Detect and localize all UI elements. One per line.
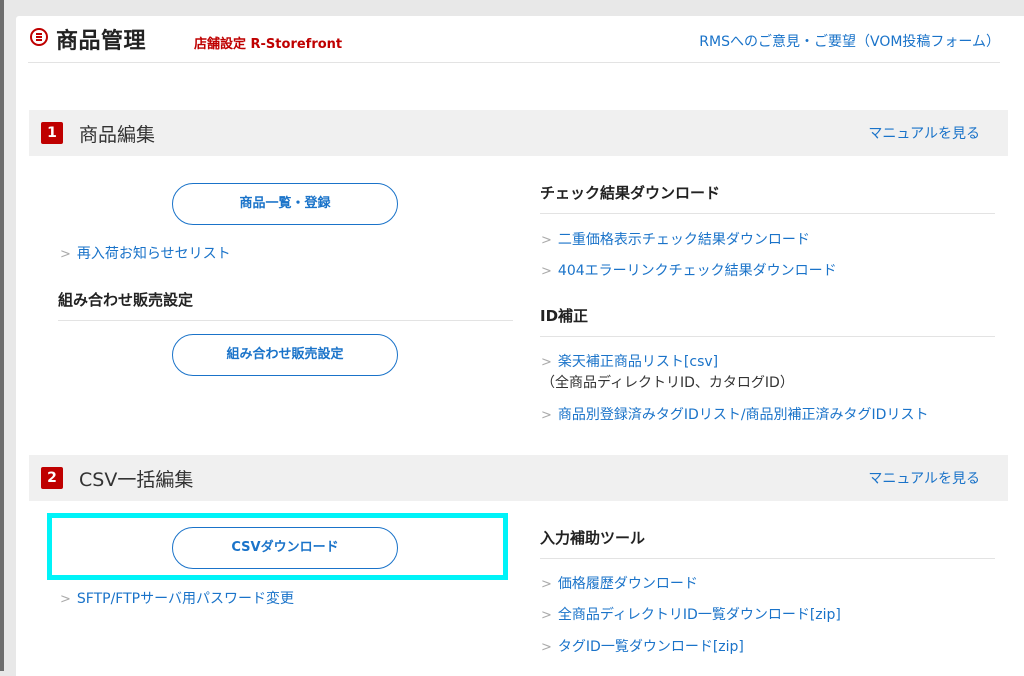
section-number-badge: 2 [41, 467, 63, 489]
chevron-right-icon: > [541, 233, 552, 248]
price-history-download-link[interactable]: > 価格履歴ダウンロード [541, 573, 698, 593]
section-header-csv-edit: 2 CSV一括編集 マニュアルを見る [29, 455, 1008, 501]
chevron-right-icon: > [541, 408, 552, 423]
combo-sale-button[interactable]: 組み合わせ販売設定 [172, 334, 398, 376]
feedback-link[interactable]: RMSへのご意見・ご要望（VOM投稿フォーム） [699, 31, 1000, 51]
section-title: CSV一括編集 [79, 469, 194, 491]
rakuten-corrected-list-link[interactable]: > 楽天補正商品リスト[csv] [541, 351, 718, 371]
window-left-edge [0, 0, 4, 671]
page-header: 商品管理 店舗設定 R-Storefront RMSへのご意見・ご要望（VOM投… [28, 20, 1000, 63]
directory-id-download-link[interactable]: > 全商品ディレクトリID一覧ダウンロード[zip] [541, 604, 841, 624]
tag-id-download-link[interactable]: > タグID一覧ダウンロード[zip] [541, 636, 744, 656]
store-name: 店舗設定 R-Storefront [194, 37, 343, 52]
chevron-right-icon: > [541, 577, 552, 592]
tag-id-download-label: タグID一覧ダウンロード[zip] [557, 639, 744, 655]
manual-link[interactable]: マニュアルを見る [868, 468, 980, 488]
section-number-badge: 1 [41, 122, 63, 144]
page-title: 商品管理 [56, 29, 147, 54]
price-history-download-label: 価格履歴ダウンロード [557, 576, 698, 592]
restock-notice-link[interactable]: > 再入荷お知らせセリスト [60, 243, 231, 263]
manual-link[interactable]: マニュアルを見る [868, 123, 980, 143]
tag-id-list-label: 商品別登録済みタグIDリスト/商品別補正済みタグIDリスト [557, 407, 929, 423]
combo-sale-heading: 組み合わせ販売設定 [58, 291, 194, 309]
list-menu-icon[interactable] [30, 28, 48, 46]
chevron-right-icon: > [60, 592, 71, 607]
product-list-register-button[interactable]: 商品一覧・登録 [172, 183, 398, 225]
sftp-password-change-label: SFTP/FTPサーバ用パスワード変更 [76, 591, 294, 607]
404-link-check-link[interactable]: >404エラーリンクチェック結果ダウンロード [541, 260, 837, 280]
rakuten-corrected-list-note: （全商品ディレクトリID、カタログID） [541, 375, 794, 391]
section-title: 商品編集 [79, 124, 156, 146]
directory-id-download-label: 全商品ディレクトリID一覧ダウンロード[zip] [557, 607, 841, 623]
rakuten-corrected-list-label: 楽天補正商品リスト[csv] [557, 354, 719, 370]
section-header-product-edit: 1 商品編集 マニュアルを見る [29, 110, 1008, 156]
input-tools-heading: 入力補助ツール [540, 529, 646, 547]
404-link-check-label: 404エラーリンクチェック結果ダウンロード [557, 263, 837, 279]
check-result-heading: チェック結果ダウンロード [540, 184, 721, 202]
sftp-password-change-link[interactable]: > SFTP/FTPサーバ用パスワード変更 [60, 588, 294, 608]
double-price-check-label: 二重価格表示チェック結果ダウンロード [557, 232, 810, 248]
tag-id-list-link[interactable]: > 商品別登録済みタグIDリスト/商品別補正済みタグIDリスト [541, 404, 928, 424]
chevron-right-icon: > [541, 608, 552, 623]
csv-download-button[interactable]: CSVダウンロード [172, 527, 398, 569]
divider [540, 336, 995, 337]
divider [540, 213, 995, 214]
divider [58, 320, 513, 321]
id-correction-heading: ID補正 [540, 307, 589, 325]
restock-notice-label: 再入荷お知らせセリスト [76, 246, 231, 262]
chevron-right-icon: > [541, 640, 552, 655]
chevron-right-icon: > [541, 355, 552, 370]
double-price-check-link[interactable]: > 二重価格表示チェック結果ダウンロード [541, 229, 810, 249]
chevron-right-icon: > [541, 264, 552, 279]
divider [540, 558, 995, 559]
chevron-right-icon: > [60, 247, 71, 262]
